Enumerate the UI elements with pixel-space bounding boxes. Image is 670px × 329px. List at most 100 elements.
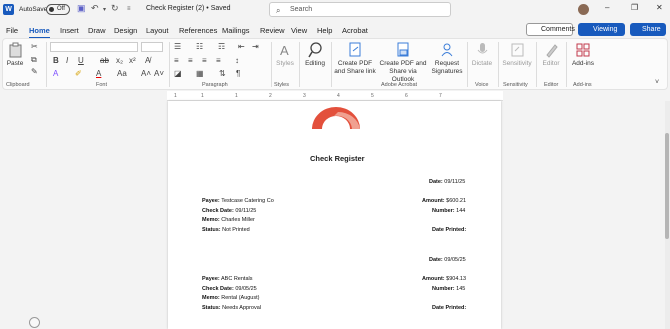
horizontal-ruler[interactable]: 1 1 1 2 3 4 5 6 7	[167, 91, 503, 101]
close-icon[interactable]: ✕	[656, 3, 663, 12]
word-app-icon: W	[3, 4, 14, 15]
tab-references[interactable]: References	[179, 26, 217, 35]
shrink-font-icon[interactable]: A˅	[154, 69, 164, 78]
font-size-dropdown[interactable]	[141, 42, 163, 52]
group-styles: Styles	[274, 82, 289, 88]
share-button[interactable]: Share	[630, 23, 666, 36]
cut-icon[interactable]: ✂	[31, 42, 38, 51]
tab-layout[interactable]: Layout	[146, 26, 169, 35]
viewing-button[interactable]: Viewing	[578, 23, 625, 36]
save-icon[interactable]: ▣	[77, 3, 86, 14]
change-case-icon[interactable]: Aa	[117, 69, 127, 78]
format-painter-icon[interactable]: ✎	[31, 67, 38, 76]
clear-formatting-icon[interactable]: A̸	[145, 56, 150, 65]
editor-button[interactable]: Editor	[539, 42, 563, 68]
align-right-icon[interactable]: ≡	[202, 56, 207, 65]
minimize-icon[interactable]: –	[605, 3, 609, 12]
tab-home[interactable]: Home	[29, 26, 50, 39]
paste-button[interactable]: Paste	[5, 42, 25, 68]
bullets-icon[interactable]: ☰	[174, 42, 181, 51]
sensitivity-button[interactable]: Sensitivity	[501, 42, 533, 68]
highlight-icon[interactable]: ✐	[75, 69, 82, 78]
shading-icon[interactable]: ◪	[174, 69, 182, 78]
divider	[498, 42, 499, 87]
request-signatures-button[interactable]: Request Signatures	[430, 42, 464, 76]
accessibility-icon[interactable]	[29, 317, 40, 328]
decrease-indent-icon[interactable]: ⇤	[238, 42, 245, 51]
undo-icon[interactable]: ↶	[91, 3, 99, 14]
status-row: Status: Needs Approval	[202, 305, 262, 311]
autosave-label: AutoSave	[19, 6, 48, 13]
group-paragraph: Paragraph	[202, 82, 228, 88]
divider	[536, 42, 537, 87]
italic-icon[interactable]: I	[66, 56, 68, 65]
tab-design[interactable]: Design	[114, 26, 137, 35]
create-pdf-outlook-button[interactable]: Create PDF and Share via Outlook	[378, 42, 428, 84]
group-adobe-acrobat: Adobe Acrobat	[381, 82, 418, 88]
tab-view[interactable]: View	[291, 26, 307, 35]
text-effects-icon[interactable]: A	[53, 69, 58, 78]
multilevel-list-icon[interactable]: ☶	[218, 42, 225, 51]
company-logo	[312, 107, 360, 129]
collapse-ribbon-icon[interactable]: ˅	[655, 79, 659, 86]
group-sensitivity: Sensitivity	[503, 82, 528, 88]
subscript-icon[interactable]: x₂	[116, 56, 123, 65]
tab-review[interactable]: Review	[260, 26, 285, 35]
divider	[46, 42, 47, 87]
font-family-dropdown[interactable]	[50, 42, 138, 52]
group-voice: Voice	[475, 82, 489, 88]
group-font: Font	[96, 82, 108, 88]
restore-icon[interactable]: ❐	[631, 3, 638, 12]
grow-font-icon[interactable]: A˄	[141, 69, 151, 78]
undo-dropdown-icon[interactable]: ▾	[103, 6, 106, 13]
line-spacing-icon[interactable]: ↕	[235, 56, 239, 65]
tab-mailings[interactable]: Mailings	[222, 26, 250, 35]
bold-icon[interactable]: B	[53, 56, 59, 65]
comments-button[interactable]: Comments	[526, 23, 575, 36]
avatar[interactable]	[578, 4, 589, 15]
number-row: Number: 144	[432, 208, 466, 214]
align-left-icon[interactable]: ≡	[174, 56, 179, 65]
divider	[331, 42, 332, 87]
check-date-label: Date: 09/05/25	[429, 257, 466, 263]
sort-icon[interactable]: ⇅	[219, 69, 226, 78]
show-marks-icon[interactable]: ¶	[236, 69, 240, 78]
align-center-icon[interactable]: ≡	[188, 56, 193, 65]
divider	[299, 42, 300, 87]
title-bar: W AutoSave Off ▣ ↶ ▾ ↻ ≡ Check Register …	[0, 0, 670, 20]
strikethrough-icon[interactable]: ab	[100, 56, 109, 65]
tab-help[interactable]: Help	[317, 26, 332, 35]
tab-draw[interactable]: Draw	[88, 26, 106, 35]
document-title[interactable]: Check Register (2) • Saved	[146, 5, 231, 12]
check-date-row: Check Date: 09/11/25	[202, 208, 257, 214]
tab-acrobat[interactable]: Acrobat	[342, 26, 368, 35]
tab-insert[interactable]: Insert	[60, 26, 79, 35]
search-icon: ⌕	[276, 6, 281, 15]
svg-text:A: A	[280, 43, 289, 58]
payee-row: Payee: ABC Rentals	[202, 276, 253, 282]
scrollbar-thumb[interactable]	[665, 133, 669, 239]
tab-file[interactable]: File	[6, 26, 18, 35]
customize-toolbar-icon[interactable]: ≡	[127, 6, 131, 12]
borders-icon[interactable]: ▦	[196, 69, 204, 78]
styles-button[interactable]: A Styles	[274, 42, 296, 68]
number-row: Number: 145	[432, 286, 466, 292]
amount-row: Amount: $904.13	[422, 276, 467, 282]
date-printed-row: Date Printed:	[432, 227, 467, 233]
create-pdf-share-button[interactable]: Create PDF and Share link	[334, 42, 376, 76]
increase-indent-icon[interactable]: ⇥	[252, 42, 259, 51]
autosave-toggle[interactable]: Off	[46, 4, 70, 15]
search-input[interactable]: ⌕ Search	[269, 2, 451, 17]
copy-icon[interactable]: ⧉	[31, 55, 37, 65]
editing-button[interactable]: Editing	[302, 42, 328, 68]
redo-icon[interactable]: ↻	[111, 3, 119, 14]
add-ins-button[interactable]: Add-ins	[569, 42, 597, 68]
superscript-icon[interactable]: x²	[129, 56, 136, 65]
dictate-button[interactable]: Dictate	[470, 42, 494, 68]
document-title-heading: Check Register	[310, 154, 365, 163]
memo-row: Memo: Rental (August)	[202, 295, 260, 301]
underline-icon[interactable]: U	[78, 56, 84, 65]
font-color-icon[interactable]: A	[96, 69, 101, 78]
numbering-icon[interactable]: ☷	[196, 42, 203, 51]
justify-icon[interactable]: ≡	[216, 56, 221, 65]
